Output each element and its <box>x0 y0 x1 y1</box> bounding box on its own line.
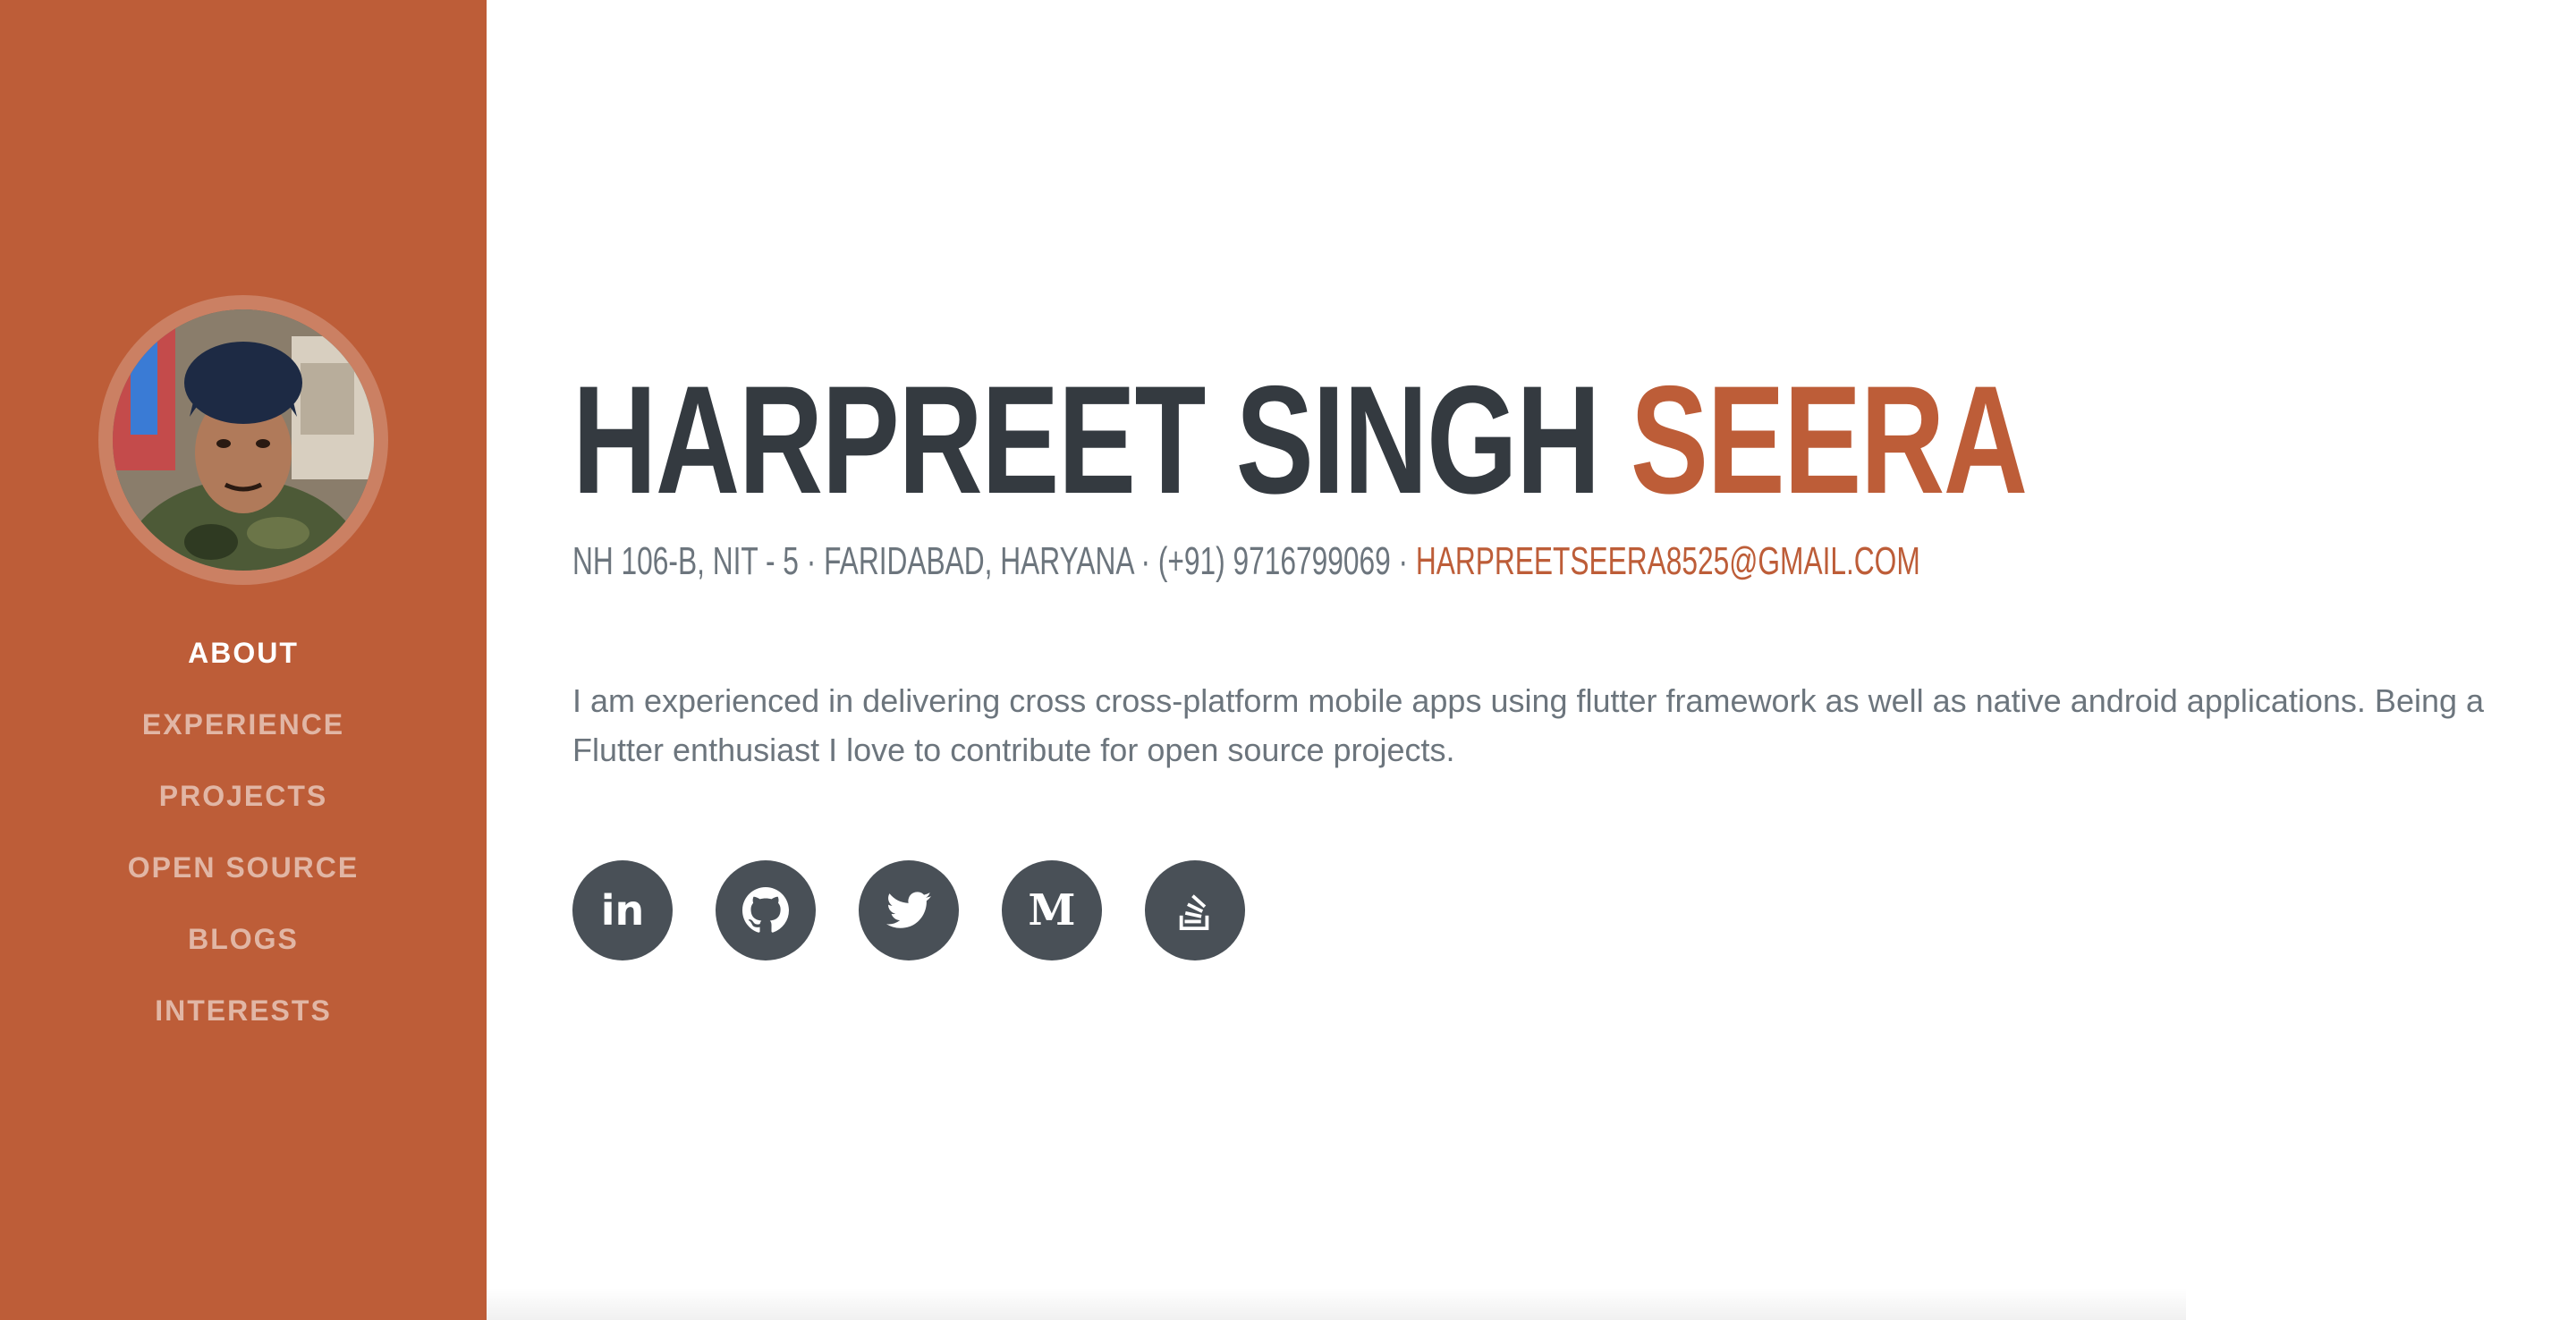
bottom-shadow <box>487 1288 2186 1320</box>
linkedin-icon: in <box>600 886 645 935</box>
profile-avatar <box>113 309 374 571</box>
first-name: HARPREET SINGH <box>572 354 1601 526</box>
sidebar: ABOUT EXPERIENCE PROJECTS OPEN SOURCE BL… <box>0 0 487 1320</box>
github-button[interactable] <box>716 860 816 960</box>
email-link[interactable]: HARPREETSEERA8525@GMAIL.COM <box>1416 539 1920 583</box>
about-section: HARPREET SINGH SEERA NH 106-B, NIT - 5 ·… <box>572 0 2522 1320</box>
contact-line: NH 106-B, NIT - 5 · FARIDABAD, HARYANA ·… <box>572 535 1920 588</box>
stackoverflow-button[interactable] <box>1145 860 1245 960</box>
nav-item-experience[interactable]: EXPERIENCE <box>0 689 487 760</box>
nav-link-interests[interactable]: INTERESTS <box>155 994 332 1028</box>
nav-link-experience[interactable]: EXPERIENCE <box>142 708 344 741</box>
twitter-icon <box>886 892 931 928</box>
nav-link-blogs[interactable]: BLOGS <box>188 923 299 956</box>
social-icons: in M <box>572 860 1245 960</box>
nav-item-blogs[interactable]: BLOGS <box>0 903 487 975</box>
twitter-button[interactable] <box>859 860 959 960</box>
medium-button[interactable]: M <box>1002 860 1102 960</box>
nav-item-interests[interactable]: INTERESTS <box>0 975 487 1046</box>
contact-info: NH 106-B, NIT - 5 · FARIDABAD, HARYANA ·… <box>572 539 1416 583</box>
medium-icon: M <box>1028 885 1076 935</box>
nav-link-projects[interactable]: PROJECTS <box>159 780 327 813</box>
last-name: SEERA <box>1630 354 2028 526</box>
github-icon <box>742 887 789 933</box>
nav-item-projects[interactable]: PROJECTS <box>0 760 487 832</box>
sidebar-nav: ABOUT EXPERIENCE PROJECTS OPEN SOURCE BL… <box>0 617 487 1046</box>
page-title: HARPREET SINGH SEERA <box>572 351 2028 529</box>
intro-text: I am experienced in delivering cross cro… <box>572 682 2485 768</box>
nav-link-about[interactable]: ABOUT <box>188 637 299 670</box>
nav-item-about[interactable]: ABOUT <box>0 617 487 689</box>
nav-link-open-source[interactable]: OPEN SOURCE <box>128 851 359 884</box>
linkedin-button[interactable]: in <box>572 860 673 960</box>
nav-item-open-source[interactable]: OPEN SOURCE <box>0 832 487 903</box>
stackoverflow-icon <box>1179 894 1209 931</box>
